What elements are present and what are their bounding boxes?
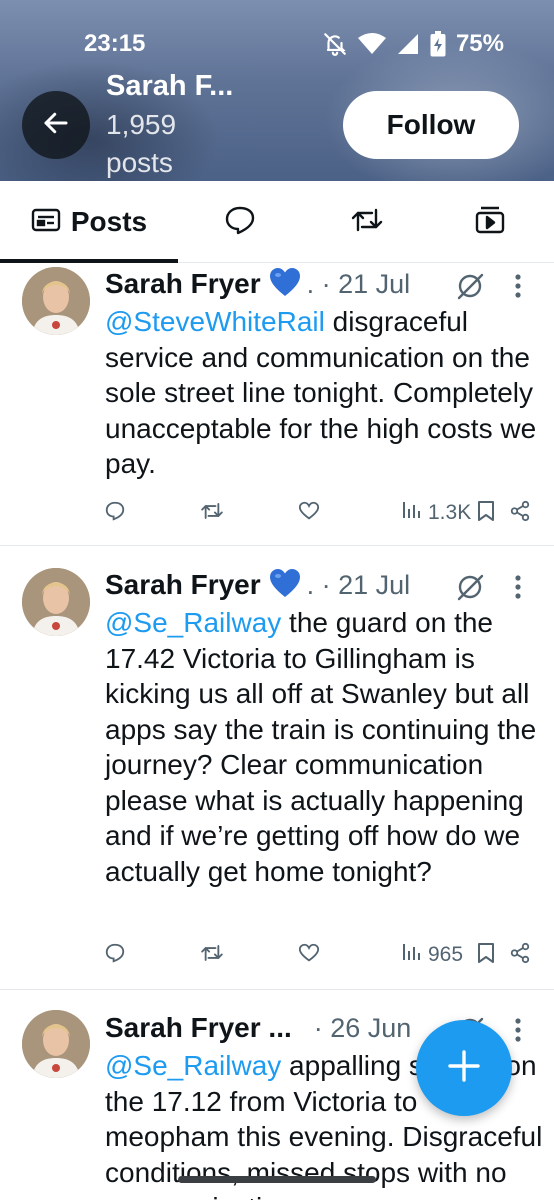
tweet-actions: 965 [0,942,554,972]
wifi-icon [357,32,386,56]
views-icon [402,500,422,526]
views-count: 1.3K [428,501,472,524]
media-icon [474,205,506,240]
tweet-date: . · 21 Jul [306,569,411,600]
blue-heart-icon [269,267,301,302]
tweet-text: @SteveWhiteRail disgraceful service and … [105,304,545,482]
repost-icon [200,500,224,528]
tweet-date: · 26 Jun [313,1012,412,1043]
mention-link[interactable]: @SteveWhiteRail [105,306,325,337]
tweet-actions: 1.3K [0,500,554,530]
bell-off-icon [322,31,348,57]
avatar[interactable] [22,267,90,335]
bookmark-icon [477,942,495,970]
signal-icon [396,32,420,56]
like-button[interactable] [298,500,320,528]
views-button[interactable]: 1.3K [396,500,471,526]
like-icon [298,500,320,528]
post-count: 1,959 posts [106,109,177,178]
author-name[interactable]: Sarah Fryer [105,569,261,601]
repost-icon [200,942,224,970]
share-button[interactable] [509,942,531,970]
profile-name: Sarah F... [106,70,234,102]
like-button[interactable] [298,942,320,970]
posts-icon [31,207,61,238]
profile-header: 23:15 75% Sarah F... 1,959 posts Follow [0,0,554,181]
more-options-icon[interactable] [513,273,523,304]
reply-button[interactable] [104,500,126,528]
follow-button[interactable]: Follow [343,91,519,159]
more-options-icon[interactable] [513,1017,523,1048]
views-button[interactable]: 965 [396,942,463,968]
status-bar: 23:15 75% [0,26,554,66]
reply-button[interactable] [104,942,126,970]
author-name[interactable]: Sarah Fryer ... [105,1012,292,1044]
views-icon [402,942,422,968]
grok-icon[interactable] [455,271,485,306]
reply-icon [104,942,126,970]
tweet-text: @Se_Railway the guard on the 17.42 Victo… [105,605,545,889]
back-arrow-icon [41,108,71,143]
bookmark-button[interactable] [477,942,495,970]
grok-icon[interactable] [455,572,485,607]
avatar[interactable] [22,568,90,636]
blue-heart-icon [269,568,301,603]
share-button[interactable] [509,500,531,528]
profile-tabs: Posts [0,181,554,263]
status-icons: 75% [322,30,504,58]
more-options-icon[interactable] [513,574,523,605]
battery-percent: 75% [455,30,504,57]
mention-link[interactable]: @Se_Railway [105,607,281,638]
bookmark-button[interactable] [477,500,495,528]
avatar[interactable] [22,1010,90,1078]
reposts-icon [350,206,384,239]
tweet-date: . · 21 Jul [306,268,411,299]
replies-icon [224,205,256,240]
tweet-body: the guard on the 17.42 Victoria to Gilli… [105,607,537,887]
repost-button[interactable] [200,500,224,528]
plus-icon [447,1049,481,1088]
mention-link[interactable]: @Se_Railway [105,1050,281,1081]
like-icon [298,942,320,970]
tweet-header: Sarah Fryer ... · 26 Jun [105,1011,411,1045]
battery-icon [430,31,446,57]
bookmark-icon [477,500,495,528]
share-icon [509,500,531,528]
repost-button[interactable] [200,942,224,970]
tab-reposts[interactable] [332,181,402,263]
compose-button[interactable] [416,1020,512,1116]
views-count: 965 [428,943,464,966]
tab-posts[interactable]: Posts [0,181,178,263]
status-time: 23:15 [84,30,146,57]
share-icon [509,942,531,970]
tab-posts-label: Posts [70,206,148,237]
tab-media[interactable] [455,181,525,263]
home-indicator[interactable] [178,1176,376,1183]
tweet-item[interactable]: Sarah Fryer . · 21 Jul @Se_Railway the g… [0,546,554,990]
back-button[interactable] [22,91,90,159]
reply-icon [104,500,126,528]
author-name[interactable]: Sarah Fryer [105,268,261,300]
tweet-header: Sarah Fryer . · 21 Jul [105,267,410,301]
tweet-item[interactable]: Sarah Fryer . · 21 Jul @SteveWhiteRail d… [0,263,554,546]
tweet-header: Sarah Fryer . · 21 Jul [105,568,410,602]
tab-replies[interactable] [205,181,275,263]
